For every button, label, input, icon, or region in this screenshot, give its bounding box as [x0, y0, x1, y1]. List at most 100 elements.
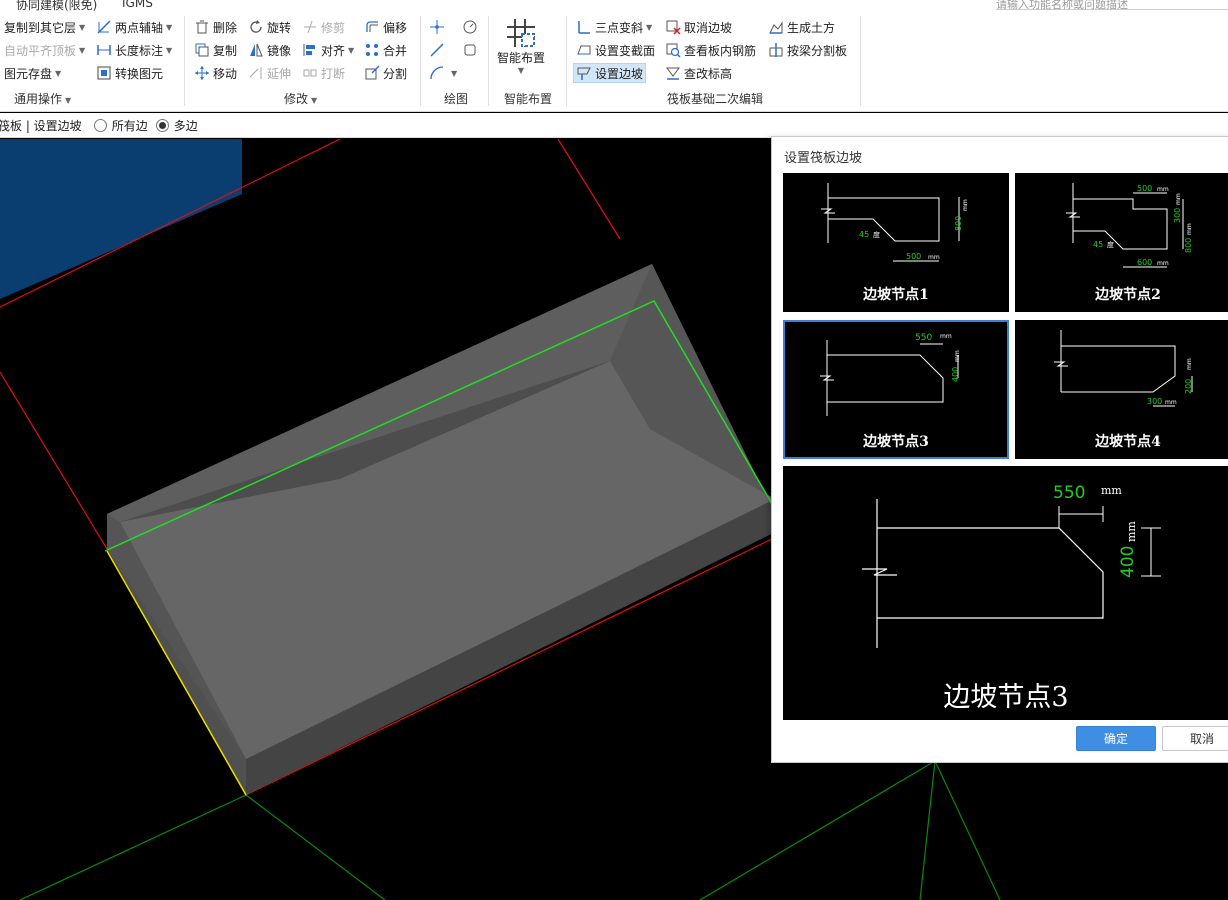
node4-width-unit: mm: [1165, 399, 1177, 406]
node3-width-unit: mm: [940, 333, 952, 340]
group-label-general[interactable]: 通用操作 ▼: [14, 90, 71, 107]
node1-height-value: 800: [954, 216, 963, 231]
break-button[interactable]: 打断: [300, 63, 347, 83]
radio-all-edges-label: 所有边: [111, 118, 148, 133]
delete-button[interactable]: 删除: [192, 17, 239, 37]
break-label: 打断: [321, 66, 346, 81]
align-button[interactable]: 对齐 ▼: [300, 40, 356, 60]
draw-rectangle-button[interactable]: [460, 40, 483, 60]
dialog-title: 设置筏板边坡: [784, 151, 863, 166]
set-slope-button[interactable]: 设置边坡: [573, 63, 647, 83]
trim-button[interactable]: 修剪: [300, 17, 347, 37]
align-label: 对齐: [321, 43, 346, 58]
cancel-slope-button[interactable]: 取消边坡: [663, 17, 734, 37]
group-label-draw: 绘图: [444, 92, 469, 106]
radio-all-edges[interactable]: 所有边: [93, 117, 148, 134]
merge-button[interactable]: 合并: [362, 40, 409, 60]
node2-bottom-width-value: 600: [1137, 258, 1152, 267]
split-button[interactable]: 分割: [362, 63, 409, 83]
dropdown-arrow-icon: ▼: [65, 96, 72, 105]
group-label-smart-layout: 智能布置: [504, 92, 553, 106]
draw-circle-button[interactable]: [460, 17, 483, 37]
move-icon: [194, 65, 210, 81]
view-rebar-icon: [665, 42, 681, 58]
rotate-button[interactable]: 旋转: [246, 17, 293, 37]
mirror-button[interactable]: 镜像: [246, 40, 293, 60]
generate-earthwork-label: 生成土方: [787, 20, 836, 35]
length-dimension-button[interactable]: 长度标注 ▼: [94, 40, 174, 60]
move-label: 移动: [213, 66, 238, 81]
slope-node-2-option[interactable]: 500 mm 45 度 600 mm 300 mm 800 mm 边坡节点2: [1015, 173, 1228, 312]
node4-height-value: 200: [1184, 379, 1193, 394]
tab-collab-modeling[interactable]: 协同建模(限免): [16, 0, 97, 12]
cancel-slope-icon: [665, 19, 681, 35]
node2-height-value: 800: [1184, 238, 1193, 253]
smart-layout-button[interactable]: 智能布置 ▼: [494, 17, 548, 81]
node1-angle-value: 45: [859, 230, 869, 239]
radio-multi-edge-label: 多边: [173, 118, 198, 133]
save-element-button[interactable]: 图元存盘 ▼: [2, 63, 63, 83]
node3-height-unit: mm: [954, 350, 961, 362]
group-label-modify-text: 修改: [284, 92, 309, 106]
breadcrumb: 筏板 | 设置边坡: [0, 118, 82, 133]
group-label-modify[interactable]: 修改 ▼: [284, 90, 317, 107]
node2-top-width-value: 500: [1137, 184, 1152, 193]
tab-igms[interactable]: IGMS: [122, 0, 153, 10]
slope-node-4-option[interactable]: 300 mm 200 mm 边坡节点4: [1015, 320, 1228, 459]
cancel-button[interactable]: 取消: [1162, 726, 1228, 751]
rotate-label: 旋转: [267, 20, 292, 35]
save-element-label: 图元存盘: [4, 66, 53, 81]
split-slab-by-beam-button[interactable]: 按梁分割板: [766, 40, 849, 60]
dropdown-arrow-icon: ▼: [166, 22, 173, 32]
slope-node-3-caption: 边坡节点3: [863, 434, 929, 450]
set-variable-section-button[interactable]: 设置变截面: [574, 40, 657, 60]
modify-elevation-button[interactable]: 查改标高: [663, 63, 734, 83]
two-point-axis-button[interactable]: 两点辅轴 ▼: [94, 17, 174, 37]
slope-node-1-option[interactable]: 45 度 800 mm 500 mm 边坡节点1: [783, 173, 1009, 312]
group-divider: [184, 16, 185, 106]
extend-button[interactable]: 延伸: [246, 63, 293, 83]
preview-width-unit: mm: [1101, 484, 1122, 497]
mirror-label: 镜像: [267, 43, 292, 58]
merge-icon: [364, 42, 380, 58]
three-point-slope-button[interactable]: 三点变斜 ▼: [574, 17, 654, 37]
split-slab-by-beam-label: 按梁分割板: [787, 43, 848, 58]
node2-step-height-unit: mm: [1175, 193, 1182, 205]
line-icon: [429, 42, 445, 58]
draw-line-button[interactable]: [427, 40, 450, 60]
convert-icon: [96, 65, 112, 81]
dropdown-arrow-icon: ▼: [348, 45, 355, 55]
dropdown-arrow-icon: ▼: [517, 66, 525, 75]
node3-width-value: 550: [915, 333, 932, 343]
radio-multi-edge[interactable]: 多边: [155, 117, 198, 134]
group-divider: [566, 16, 567, 106]
copy-to-other-floor-button[interactable]: 复制到其它层 ▼: [2, 17, 87, 37]
view-slab-rebar-button[interactable]: 查看板内钢筋: [663, 40, 758, 60]
set-variable-section-label: 设置变截面: [595, 43, 656, 58]
radio-circle-icon: [93, 118, 107, 132]
group-divider: [488, 16, 489, 106]
draw-arc-button[interactable]: ▼: [427, 63, 459, 83]
group-divider: [860, 16, 861, 106]
length-dimension-label: 长度标注: [115, 43, 164, 58]
ribbon: 复制到其它层 ▼ 两点辅轴 ▼ 自动平齐顶板 ▼ 长度标注 ▼ 图元存盘 ▼ 转换图元 通…: [0, 12, 1228, 112]
copy-button[interactable]: 复制: [192, 40, 239, 60]
extend-icon: [248, 65, 264, 81]
slope-node-3-option[interactable]: 550 mm 400 mm 边坡节点3: [783, 320, 1009, 459]
arc-icon: [429, 65, 445, 81]
convert-element-label: 转换图元: [115, 66, 164, 81]
move-button[interactable]: 移动: [192, 63, 239, 83]
convert-element-button[interactable]: 转换图元: [94, 63, 165, 83]
generate-earthwork-button[interactable]: 生成土方: [766, 17, 837, 37]
trim-label: 修剪: [321, 20, 346, 35]
offset-button[interactable]: 偏移: [362, 17, 409, 37]
search-input[interactable]: 请输入功能名称或问题描述: [996, 0, 1228, 11]
slope-node-2-caption: 边坡节点2: [1095, 287, 1161, 303]
split-by-beam-icon: [768, 42, 784, 58]
auto-align-top-button[interactable]: 自动平齐顶板 ▼: [2, 40, 87, 60]
draw-point-button[interactable]: [427, 17, 450, 37]
mode-options-bar: 筏板 | 设置边坡 所有边 多边: [0, 113, 1228, 138]
dropdown-arrow-icon: ▼: [646, 22, 653, 32]
slope-preview: 550 mm 400 mm 边坡节点3: [783, 466, 1228, 720]
ok-button[interactable]: 确定: [1076, 726, 1156, 751]
